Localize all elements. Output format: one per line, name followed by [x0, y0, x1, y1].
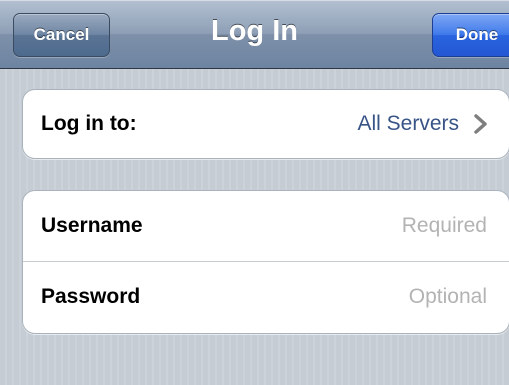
server-value: All Servers — [357, 112, 459, 135]
navigation-bar: Cancel Log In Done — [0, 0, 509, 69]
password-label: Password — [41, 285, 141, 308]
password-row: Password — [23, 261, 509, 332]
server-group: Log in to: All Servers — [22, 89, 509, 159]
log-in-to-label: Log in to: — [41, 112, 137, 135]
done-button[interactable]: Done — [432, 13, 509, 57]
username-row: Username — [23, 191, 509, 261]
password-field[interactable] — [173, 280, 487, 314]
chevron-right-icon — [474, 114, 487, 134]
log-in-to-row[interactable]: Log in to: All Servers — [23, 90, 509, 158]
username-field[interactable] — [173, 209, 487, 243]
username-label: Username — [41, 214, 143, 237]
credentials-group: Username Password — [22, 190, 509, 334]
